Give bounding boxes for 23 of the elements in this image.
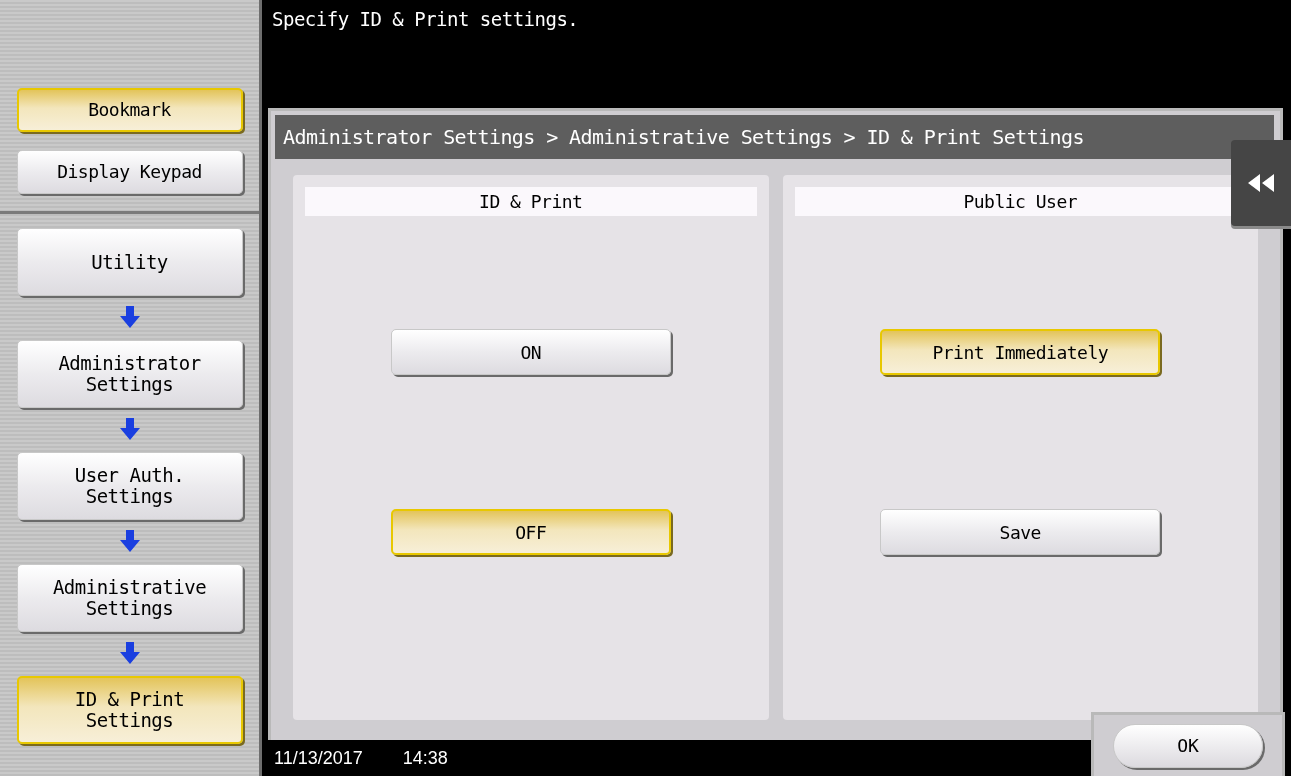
instruction-message: Specify ID & Print settings. [271,7,580,32]
option-button[interactable]: ON [390,329,671,375]
breadcrumb-nav-button[interactable]: User Auth. Settings [16,452,243,520]
breadcrumb-nav-button[interactable]: Administrator Settings [16,340,243,408]
down-arrow-icon [119,306,140,328]
option-button[interactable]: Print Immediately [880,329,1161,375]
ok-button[interactable]: OK [1113,723,1263,768]
card-title: ID & Print [305,187,757,216]
down-arrow-icon [119,418,140,440]
option-button[interactable]: OFF [390,509,671,555]
sidebar-button[interactable]: Bookmark [16,88,243,132]
breadcrumb-nav-button[interactable]: Utility [16,228,243,296]
breadcrumb-nav-button[interactable]: Administrative Settings [16,564,243,632]
breadcrumb-path: Administrator Settings > Administrative Settings > ID & Print Settings [275,115,1274,159]
status-time: 14:38 [402,747,448,769]
double-left-arrow-icon [1248,174,1274,192]
breadcrumb-nav-button[interactable]: ID & Print Settings [16,676,243,744]
collapse-button[interactable] [1231,140,1291,226]
sidebar-button[interactable]: Display Keypad [16,150,243,194]
down-arrow-icon [119,642,140,664]
option-button[interactable]: Save [880,509,1161,555]
down-arrow-icon [119,530,140,552]
status-date: 11/13/2017 [274,747,363,769]
